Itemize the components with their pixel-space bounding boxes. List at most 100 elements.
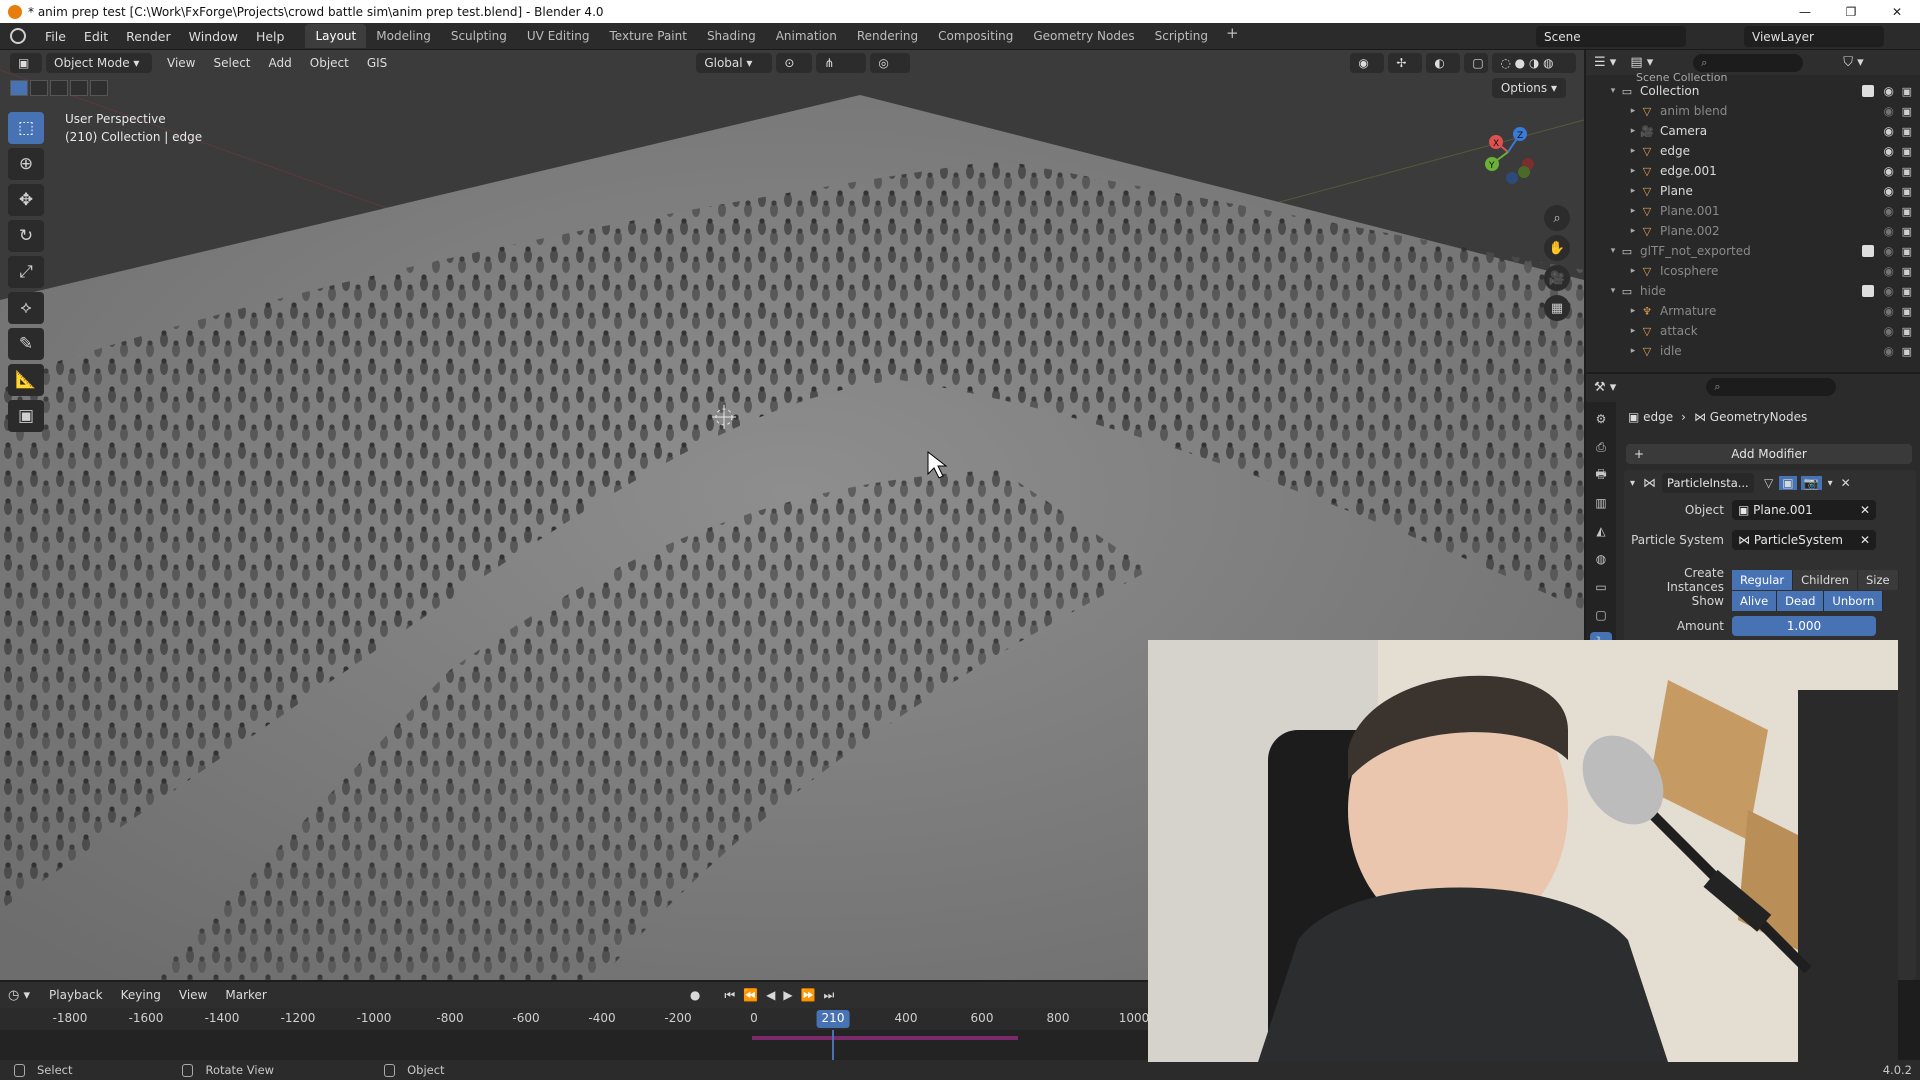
overlay-toggle-icon[interactable]: ◐ bbox=[1426, 52, 1461, 73]
prev-keyframe-icon[interactable]: ⏪ bbox=[743, 988, 758, 1002]
viewport-menu-object[interactable]: Object bbox=[301, 56, 358, 70]
eye-icon[interactable]: ◉ bbox=[1884, 204, 1894, 218]
rotate-tool-icon[interactable]: ↻ bbox=[8, 220, 44, 252]
camera-view-icon[interactable]: 🎥 bbox=[1544, 265, 1570, 291]
tab-shading[interactable]: Shading bbox=[697, 24, 766, 48]
add-cube-tool-icon[interactable]: ▣ bbox=[8, 400, 44, 432]
outliner-row[interactable]: ▸ ▽ Plane.001 ◉ ▣ bbox=[1586, 201, 1920, 221]
expand-arrow-icon[interactable]: ▸ bbox=[1626, 186, 1640, 196]
zoom-icon[interactable]: ⌕ bbox=[1544, 205, 1570, 231]
expand-arrow-icon[interactable]: ▸ bbox=[1626, 126, 1640, 136]
menu-render[interactable]: Render bbox=[117, 29, 180, 44]
outliner-row[interactable]: ▸ 🎥 Camera ◉ ▣ bbox=[1586, 121, 1920, 141]
outliner-row[interactable]: ▸ ♆ Armature ◉ ▣ bbox=[1586, 301, 1920, 321]
tab-geometry-nodes[interactable]: Geometry Nodes bbox=[1023, 24, 1144, 48]
outliner-row[interactable]: ▸ ▽ Icosphere ◉ ▣ bbox=[1586, 261, 1920, 281]
render-camera-icon[interactable]: ▣ bbox=[1902, 105, 1912, 118]
expand-arrow-icon[interactable]: ▸ bbox=[1626, 266, 1640, 276]
toggle-dead[interactable]: Dead bbox=[1777, 591, 1825, 611]
add-modifier-button[interactable]: + Add Modifier bbox=[1626, 444, 1912, 464]
render-camera-icon[interactable]: ▣ bbox=[1902, 305, 1912, 318]
expand-arrow-icon[interactable]: ▸ bbox=[1626, 206, 1640, 216]
navigation-gizmo[interactable]: X Z Y bbox=[1468, 112, 1548, 192]
tab-scripting[interactable]: Scripting bbox=[1145, 24, 1218, 48]
select-invert-icon[interactable] bbox=[70, 80, 88, 96]
timeline-menu-view[interactable]: View bbox=[170, 988, 216, 1002]
exclude-checkbox[interactable] bbox=[1862, 285, 1874, 297]
properties-editor-type-icon[interactable]: ⚒ ▾ bbox=[1594, 380, 1616, 395]
collapse-chevron-icon[interactable]: ▾ bbox=[1630, 478, 1635, 489]
tab-animation[interactable]: Animation bbox=[766, 24, 847, 48]
expand-arrow-icon[interactable]: ▾ bbox=[1606, 86, 1620, 96]
jump-end-icon[interactable]: ⏭ bbox=[824, 988, 835, 1003]
eye-icon[interactable]: ◉ bbox=[1884, 144, 1894, 158]
menu-edit[interactable]: Edit bbox=[75, 29, 117, 44]
render-camera-icon[interactable]: ▣ bbox=[1902, 245, 1912, 258]
render-tab-icon[interactable]: ⎙ bbox=[1590, 436, 1612, 458]
maximize-button[interactable]: ❐ bbox=[1828, 0, 1874, 23]
expand-arrow-icon[interactable]: ▸ bbox=[1626, 106, 1640, 116]
select-subtract-icon[interactable] bbox=[50, 80, 68, 96]
pivot-point-icon[interactable]: ⊙ bbox=[776, 52, 813, 73]
clear-object-icon[interactable]: ✕ bbox=[1860, 503, 1870, 517]
object-tab-icon[interactable]: ▢ bbox=[1590, 604, 1612, 626]
toggle-regular[interactable]: Regular bbox=[1732, 570, 1794, 590]
tab-rendering[interactable]: Rendering bbox=[847, 24, 928, 48]
outliner-row[interactable]: ▸ ▽ Plane ◉ ▣ bbox=[1586, 181, 1920, 201]
outliner-row[interactable]: ▸ ▽ idle ◉ ▣ bbox=[1586, 341, 1920, 361]
eye-icon[interactable]: ◉ bbox=[1884, 124, 1894, 138]
close-button[interactable]: ✕ bbox=[1874, 0, 1920, 23]
menu-help[interactable]: Help bbox=[247, 29, 294, 44]
select-new-icon[interactable] bbox=[10, 80, 28, 96]
tab-layout[interactable]: Layout bbox=[305, 24, 367, 48]
eye-icon[interactable]: ◉ bbox=[1884, 244, 1894, 258]
xray-toggle-icon[interactable]: ▢ bbox=[1464, 52, 1489, 73]
minimize-button[interactable]: — bbox=[1782, 0, 1828, 23]
measure-tool-icon[interactable]: 📐 bbox=[8, 364, 44, 396]
render-camera-icon[interactable]: ▣ bbox=[1902, 225, 1912, 238]
menu-file[interactable]: File bbox=[36, 29, 75, 44]
expand-arrow-icon[interactable]: ▸ bbox=[1626, 306, 1640, 316]
render-toggle-icon[interactable]: 📷 bbox=[1800, 476, 1822, 490]
scale-tool-icon[interactable]: ⤢ bbox=[8, 256, 44, 288]
proportional-edit-icon[interactable]: ◎ bbox=[870, 52, 911, 73]
render-camera-icon[interactable]: ▣ bbox=[1902, 125, 1912, 138]
toggle-alive[interactable]: Alive bbox=[1732, 591, 1778, 611]
expand-arrow-icon[interactable]: ▸ bbox=[1626, 326, 1640, 336]
exclude-checkbox[interactable] bbox=[1862, 245, 1874, 257]
output-tab-icon[interactable]: 🖶 bbox=[1590, 464, 1612, 486]
outliner-row[interactable]: ▸ ▽ attack ◉ ▣ bbox=[1586, 321, 1920, 341]
outliner-row[interactable]: ▾ ▭ hide ◉ ▣ bbox=[1586, 281, 1920, 301]
outliner-row[interactable]: ▸ ▽ edge ◉ ▣ bbox=[1586, 141, 1920, 161]
select-extend-icon[interactable] bbox=[30, 80, 48, 96]
scene-selector[interactable]: Scene bbox=[1536, 26, 1686, 47]
render-camera-icon[interactable]: ▣ bbox=[1902, 345, 1912, 358]
tab-compositing[interactable]: Compositing bbox=[928, 24, 1023, 48]
outliner-row[interactable]: ▾ ▭ Collection ◉ ▣ bbox=[1586, 81, 1920, 101]
collection-tab-icon[interactable]: ▭ bbox=[1590, 576, 1612, 598]
remove-modifier-icon[interactable]: ✕ bbox=[1841, 476, 1851, 490]
editor-type-button[interactable]: ▣ bbox=[10, 52, 42, 73]
object-field[interactable]: ▣ Plane.001 ✕ bbox=[1732, 500, 1876, 520]
cursor-tool-icon[interactable]: ⊕ bbox=[8, 148, 44, 180]
eye-icon[interactable]: ◉ bbox=[1884, 344, 1894, 358]
clear-particle-system-icon[interactable]: ✕ bbox=[1860, 533, 1870, 547]
blender-menu-icon[interactable] bbox=[10, 28, 26, 44]
render-camera-icon[interactable]: ▣ bbox=[1902, 325, 1912, 338]
scene-tab-icon[interactable]: ◭ bbox=[1590, 520, 1612, 542]
properties-search-input[interactable]: ⌕ bbox=[1706, 378, 1837, 396]
ortho-grid-icon[interactable]: ▦ bbox=[1544, 295, 1570, 321]
annotate-tool-icon[interactable]: ✎ bbox=[8, 328, 44, 360]
viewport-menu-gis[interactable]: GIS bbox=[358, 56, 396, 70]
outliner-row[interactable]: ▾ ▭ glTF_not_exported ◉ ▣ bbox=[1586, 241, 1920, 261]
visibility-icon[interactable]: ◉ bbox=[1350, 52, 1385, 73]
options-dropdown[interactable]: Options ▾ bbox=[1491, 78, 1566, 98]
outliner-row[interactable]: ▸ ▽ anim blend ◉ ▣ bbox=[1586, 101, 1920, 121]
modifier-name-field[interactable]: ParticleInsta... bbox=[1662, 473, 1755, 493]
edit-mode-toggle-icon[interactable]: ▽ bbox=[1764, 476, 1773, 490]
outliner-row[interactable]: ▸ ▽ Plane.002 ◉ ▣ bbox=[1586, 221, 1920, 241]
play-icon[interactable]: ▶ bbox=[783, 988, 792, 1002]
toggle-unborn[interactable]: Unborn bbox=[1824, 591, 1884, 611]
expand-arrow-icon[interactable]: ▸ bbox=[1626, 226, 1640, 236]
toggle-size[interactable]: Size bbox=[1857, 570, 1899, 590]
